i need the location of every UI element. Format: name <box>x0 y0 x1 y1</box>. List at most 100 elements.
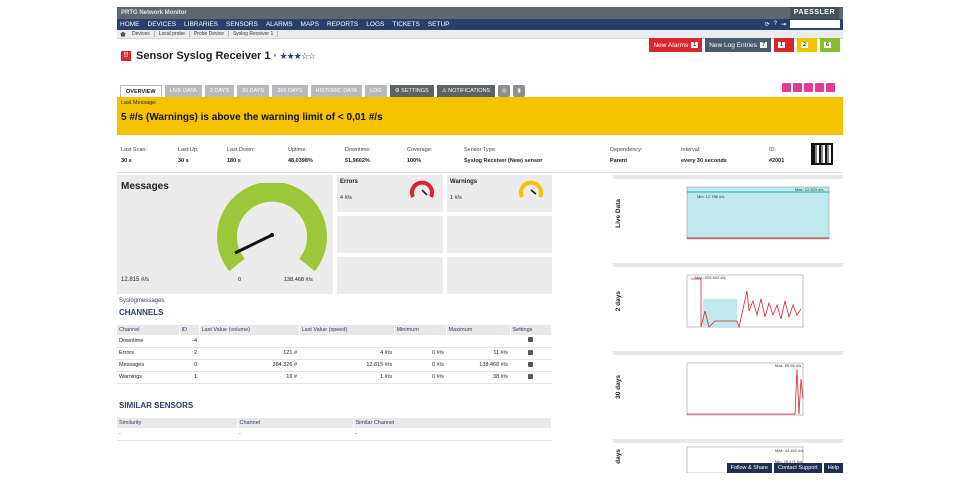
breadcrumb-probe-device[interactable]: Probe Device <box>190 31 229 37</box>
stat-value: 100% <box>407 158 422 164</box>
cell-speed: 12.815 #/s <box>299 359 394 372</box>
empty-gauge-slot <box>337 257 443 294</box>
home-icon[interactable] <box>120 31 126 37</box>
col-last-speed[interactable]: Last Value (speed) <box>299 325 395 335</box>
pause-icon[interactable]: ⏸ <box>274 53 277 60</box>
app-title-bar: PRTG Network Monitor <box>117 7 843 19</box>
nav-sensors[interactable]: SENSORS <box>226 21 258 28</box>
nav-home[interactable]: HOME <box>120 21 140 28</box>
cell-max <box>446 335 510 348</box>
acknowledge-icon[interactable] <box>804 83 813 92</box>
graph-label: days <box>615 449 622 464</box>
nav-alarms[interactable]: ALARMS <box>266 21 293 28</box>
tab-notifications[interactable]: ⚠ NOTIFICATIONS <box>436 85 496 97</box>
contact-support-button[interactable]: Contact Support <box>773 463 822 473</box>
graph-30-days[interactable]: 30 days Max: 85.66 #/s <box>613 355 843 439</box>
refresh-icon[interactable]: ⟳ <box>765 21 770 28</box>
tab-overview[interactable]: OVERVIEW <box>120 85 162 97</box>
check-now-icon[interactable] <box>793 83 802 92</box>
col-channel[interactable]: Channel <box>117 325 180 335</box>
breadcrumb-local-probe[interactable]: Local probe <box>155 31 190 37</box>
search-input[interactable] <box>790 20 840 28</box>
col-similar-channel[interactable]: Similar Channel <box>353 418 552 428</box>
more-menu-icon[interactable] <box>826 83 835 92</box>
stat-label: Dependency: <box>610 147 643 153</box>
qr-code[interactable] <box>811 143 833 165</box>
similar-sensors-heading: SIMILAR SENSORS <box>119 401 194 410</box>
errors-dial-needle <box>421 189 428 196</box>
tab-log[interactable]: LOG <box>365 85 387 97</box>
tab-clone[interactable]: ◎ <box>498 85 511 97</box>
graph-live-data[interactable]: Live Data Max: 12.823 #/s Min: 12.786 #/… <box>613 179 843 263</box>
cell-min <box>394 335 446 348</box>
col-settings[interactable]: Settings <box>510 325 552 335</box>
down-sensors-badge[interactable]: 1 <box>774 38 794 52</box>
tab-historic-data[interactable]: HISTORIC DATA <box>310 85 363 97</box>
warning-sensors-badge[interactable]: 2 <box>797 38 817 52</box>
nav-reports[interactable]: REPORTS <box>327 21 358 28</box>
breadcrumb-sensor[interactable]: Syslog Receiver 1 <box>229 31 279 37</box>
stat-downtime: Downtime: 51,9602% <box>345 147 371 164</box>
cog-icon[interactable] <box>528 373 534 379</box>
new-log-label: New Log Entries <box>709 41 757 49</box>
stat-value: #2001 <box>769 158 785 164</box>
nav-devices[interactable]: DEVICES <box>148 21 177 28</box>
stat-label: Last Up: <box>178 147 199 153</box>
nav-logs[interactable]: LOGS <box>366 21 384 28</box>
stat-sensor-type: Sensor Type: Syslog Receiver (New) sensor <box>464 147 543 164</box>
stat-value: 30 s <box>121 158 132 164</box>
gauge-value: 12.815 #/s <box>121 277 150 283</box>
stat-value[interactable]: Parent <box>610 158 642 164</box>
nav-libraries[interactable]: LIBRARIES <box>184 21 218 28</box>
syslog-messages-link[interactable]: Syslogmessages <box>119 298 164 304</box>
cell-volume: 121 # <box>199 347 299 360</box>
cell-settings <box>510 335 552 348</box>
col-id[interactable]: ID <box>179 325 200 335</box>
table-header-row: Similarity Channel Similar Channel <box>117 418 552 428</box>
col-channel[interactable]: Channel <box>237 418 354 428</box>
yellow-count: 2 <box>801 42 809 48</box>
breadcrumb-devices[interactable]: Devices <box>128 31 155 37</box>
priority-stars[interactable]: ★★★☆☆ <box>280 51 316 62</box>
tab-live-data[interactable]: LIVE DATA <box>164 85 202 97</box>
cell-id: -4 <box>179 335 199 348</box>
cell-id: 0 <box>179 359 199 372</box>
stat-last-down: Last Down: 180 s <box>227 147 255 164</box>
errors-gauge: Errors 4 #/s <box>337 175 443 212</box>
cog-icon[interactable] <box>528 349 534 355</box>
follow-share-button[interactable]: Follow & Share <box>726 463 772 473</box>
nav-tickets[interactable]: TICKETS <box>392 21 419 28</box>
cog-icon[interactable] <box>528 337 534 343</box>
up-sensors-badge[interactable]: 6 <box>820 38 840 52</box>
warnings-gauge: Warnings 1 #/s <box>447 175 552 212</box>
new-alarms-button[interactable]: New Alarms 1 <box>649 38 703 52</box>
sensor-status-icon: !! <box>121 51 131 61</box>
tab-30-days[interactable]: 30 DAYS <box>237 85 270 97</box>
table-row: Errors 2 121 # 4 #/s 0 #/s 11 #/s <box>117 347 552 360</box>
graph-2-days[interactable]: 2 days Max: 525.542 #/s <box>613 267 843 351</box>
col-similarity[interactable]: Similarity <box>117 418 238 428</box>
new-alarms-count: 1 <box>691 42 699 48</box>
tab-delete[interactable]: ▮ <box>513 85 526 97</box>
app-window: PRTG Network Monitor HOME DEVICES LIBRAR… <box>117 7 843 473</box>
tab-settings[interactable]: ⚙ SETTINGS <box>389 85 434 97</box>
col-last-volume[interactable]: Last Value (volume) <box>199 325 300 335</box>
col-maximum[interactable]: Maximum <box>446 325 511 335</box>
new-log-entries-button[interactable]: New Log Entries 7 <box>705 38 771 52</box>
help-icon[interactable]: ? <box>774 21 777 27</box>
warnings-dial-arc <box>519 180 543 198</box>
nav-maps[interactable]: MAPS <box>301 21 319 28</box>
help-button[interactable]: Help <box>823 463 843 473</box>
nav-setup[interactable]: SETUP <box>428 21 450 28</box>
tab-2-days[interactable]: 2 DAYS <box>204 85 235 97</box>
pause-object-icon[interactable] <box>782 83 791 92</box>
logout-icon[interactable]: ⇥ <box>781 21 786 28</box>
delete-object-icon[interactable] <box>815 83 824 92</box>
cog-icon[interactable] <box>528 361 534 367</box>
cell-settings <box>510 371 552 384</box>
errors-dial-arc <box>410 180 434 198</box>
tab-365-days[interactable]: 365 DAYS <box>272 85 308 97</box>
col-minimum[interactable]: Minimum <box>394 325 447 335</box>
gauge-dial <box>217 183 327 272</box>
stat-interval: Interval: every 30 seconds <box>681 147 727 164</box>
